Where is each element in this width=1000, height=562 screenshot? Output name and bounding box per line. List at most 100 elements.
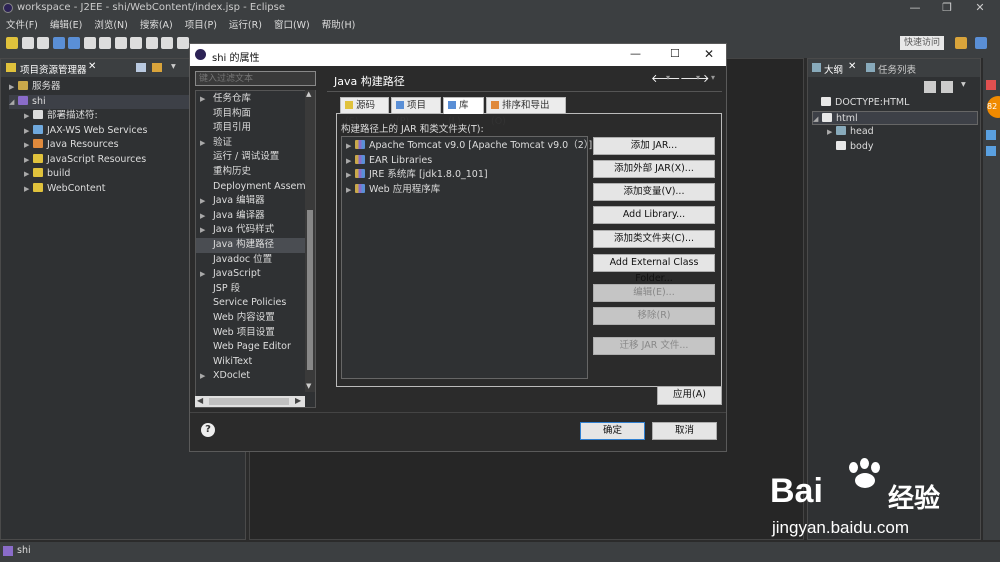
- toolbar-icon[interactable]: [99, 37, 111, 49]
- library-action-button[interactable]: Add External Class Folder...: [593, 254, 715, 284]
- toolbar-icon[interactable]: [21, 37, 34, 49]
- expand-arrow-icon[interactable]: ◢: [813, 112, 822, 127]
- nav-item[interactable]: ▶ JavaScript: [196, 267, 315, 282]
- help-icon[interactable]: ?: [201, 423, 215, 437]
- nav-item[interactable]: Javadoc 位置: [196, 253, 315, 268]
- dialog-maximize-button[interactable]: ☐: [670, 47, 680, 60]
- outline-item[interactable]: DOCTYPE:HTML: [812, 96, 978, 111]
- toolbar-icon[interactable]: [37, 37, 49, 49]
- cancel-button[interactable]: 取消: [652, 422, 717, 440]
- library-action-button[interactable]: 移除(R): [593, 307, 715, 325]
- toolbar-icon[interactable]: [130, 37, 142, 49]
- expand-arrow-icon[interactable]: ▶: [346, 139, 355, 154]
- nav-item[interactable]: ▶ Java 代码样式: [196, 223, 315, 238]
- menu-item[interactable]: 文件(F): [0, 16, 44, 32]
- expand-arrow-icon[interactable]: ▶: [200, 223, 209, 238]
- nav-scroll-thumb[interactable]: [307, 210, 313, 370]
- expand-arrow-icon[interactable]: ▶: [200, 369, 209, 384]
- expand-arrow-icon[interactable]: ▶: [827, 125, 836, 140]
- nav-item[interactable]: 项目引用: [196, 121, 315, 136]
- filter-input[interactable]: [195, 71, 316, 86]
- nav-hscroll-thumb[interactable]: [209, 398, 289, 405]
- dialog-tab[interactable]: 库(L): [443, 97, 484, 127]
- side-icon-3[interactable]: [986, 146, 996, 156]
- nav-scroll-left-icon[interactable]: ◀: [197, 396, 203, 405]
- toolbar-icon[interactable]: [114, 37, 127, 49]
- nav-item[interactable]: ▶ 任务仓库: [196, 92, 315, 107]
- side-icon-1[interactable]: [986, 80, 996, 90]
- toolbar-icon[interactable]: [6, 37, 18, 49]
- nav-item[interactable]: 项目构面: [196, 107, 315, 122]
- library-action-button[interactable]: Add Library...: [593, 206, 715, 224]
- nav-item[interactable]: Web 项目设置: [196, 326, 315, 341]
- link-editor-icon[interactable]: [152, 63, 162, 72]
- side-icon-2[interactable]: [986, 130, 996, 140]
- forward-dropdown-icon[interactable]: ▾: [696, 73, 700, 82]
- minimize-button[interactable]: —: [900, 1, 930, 15]
- nav-horizontal-scrollbar[interactable]: ◀ ▶: [195, 396, 305, 407]
- expand-arrow-icon[interactable]: ▶: [346, 154, 355, 169]
- toolbar-icon[interactable]: [52, 37, 65, 49]
- nav-item[interactable]: Web 内容设置: [196, 311, 315, 326]
- menu-item[interactable]: 项目(P): [179, 16, 223, 32]
- outline-tab[interactable]: 大纲: [824, 62, 843, 76]
- library-item[interactable]: ▶ Web 应用程序库: [346, 183, 587, 198]
- nav-item[interactable]: JSP 段: [196, 282, 315, 297]
- back-dropdown-icon[interactable]: ▾: [666, 73, 670, 82]
- library-action-button[interactable]: 添加变量(V)...: [593, 183, 715, 201]
- library-action-button[interactable]: 编辑(E)...: [593, 284, 715, 302]
- expand-arrow-icon[interactable]: ▶: [200, 194, 209, 209]
- dialog-tab[interactable]: 项目(P): [391, 97, 441, 127]
- expand-arrow-icon[interactable]: ▶: [200, 136, 209, 151]
- close-button[interactable]: ✕: [965, 1, 995, 15]
- nav-item[interactable]: ▶ Java 编译器: [196, 209, 315, 224]
- menu-item[interactable]: 搜索(A): [134, 16, 179, 32]
- toolbar-icon[interactable]: [83, 37, 96, 49]
- toolbar-icon[interactable]: [68, 37, 80, 49]
- expand-arrow-icon[interactable]: ▶: [200, 267, 209, 282]
- nav-scroll-down-icon[interactable]: ▼: [306, 382, 311, 390]
- apply-button[interactable]: 应用(A): [657, 386, 722, 405]
- nav-item[interactable]: Web Page Editor: [196, 340, 315, 355]
- toolbar-icon[interactable]: [161, 37, 173, 49]
- nav-item[interactable]: Service Policies: [196, 296, 315, 311]
- expand-arrow-icon[interactable]: ▶: [24, 109, 33, 124]
- nav-item[interactable]: ▶ 验证: [196, 136, 315, 151]
- library-action-button[interactable]: 添加类文件夹(C)...: [593, 230, 715, 248]
- close-outline-icon[interactable]: ✕: [848, 61, 856, 72]
- notification-badge-icon[interactable]: 82: [987, 96, 1000, 118]
- expand-arrow-icon[interactable]: ◢: [9, 95, 18, 110]
- quick-access-field[interactable]: 快速访问: [900, 36, 944, 50]
- collapse-all-icon[interactable]: [136, 63, 146, 72]
- outline-item[interactable]: body: [812, 140, 978, 155]
- nav-scroll-up-icon[interactable]: ▲: [306, 90, 311, 98]
- outline-view-menu-icon[interactable]: ▾: [961, 79, 966, 90]
- expand-arrow-icon[interactable]: ▶: [200, 209, 209, 224]
- dialog-tab[interactable]: 排序和导出(O): [486, 97, 566, 127]
- close-tab-icon[interactable]: ✕: [88, 61, 96, 72]
- expand-arrow-icon[interactable]: ▶: [24, 182, 33, 197]
- task-list-tab[interactable]: 任务列表: [878, 62, 916, 76]
- menu-item[interactable]: 运行(R): [223, 16, 268, 32]
- expand-arrow-icon[interactable]: ▶: [200, 92, 209, 107]
- view-menu-icon[interactable]: ▾: [711, 73, 715, 82]
- library-item[interactable]: ▶ Apache Tomcat v9.0 [Apache Tomcat v9.0（…: [346, 139, 592, 154]
- expand-arrow-icon[interactable]: ▶: [346, 183, 355, 198]
- outline-item[interactable]: ◢ html: [812, 110, 978, 127]
- expand-arrow-icon[interactable]: ▶: [24, 167, 33, 182]
- nav-vertical-scrollbar[interactable]: ▲ ▼: [305, 90, 315, 392]
- nav-item[interactable]: WikiText: [196, 355, 315, 370]
- dialog-tab[interactable]: 源码(S): [340, 97, 389, 127]
- nav-item[interactable]: ▶ XDoclet: [196, 369, 315, 384]
- dialog-close-button[interactable]: ✕: [704, 47, 714, 61]
- expand-arrow-icon[interactable]: ▶: [9, 80, 18, 95]
- outline-toolbar-icon-2[interactable]: [941, 81, 953, 93]
- expand-arrow-icon[interactable]: ▶: [24, 138, 33, 153]
- nav-item[interactable]: Deployment Assembly: [196, 180, 315, 195]
- library-item[interactable]: ▶ EAR Libraries: [346, 154, 587, 169]
- menu-item[interactable]: 窗口(W): [268, 16, 316, 32]
- library-item[interactable]: ▶ JRE 系统库 [jdk1.8.0_101]: [346, 168, 587, 183]
- toolbar-icon[interactable]: [145, 37, 158, 49]
- expand-arrow-icon[interactable]: ▶: [346, 168, 355, 183]
- ok-button[interactable]: 确定: [580, 422, 645, 440]
